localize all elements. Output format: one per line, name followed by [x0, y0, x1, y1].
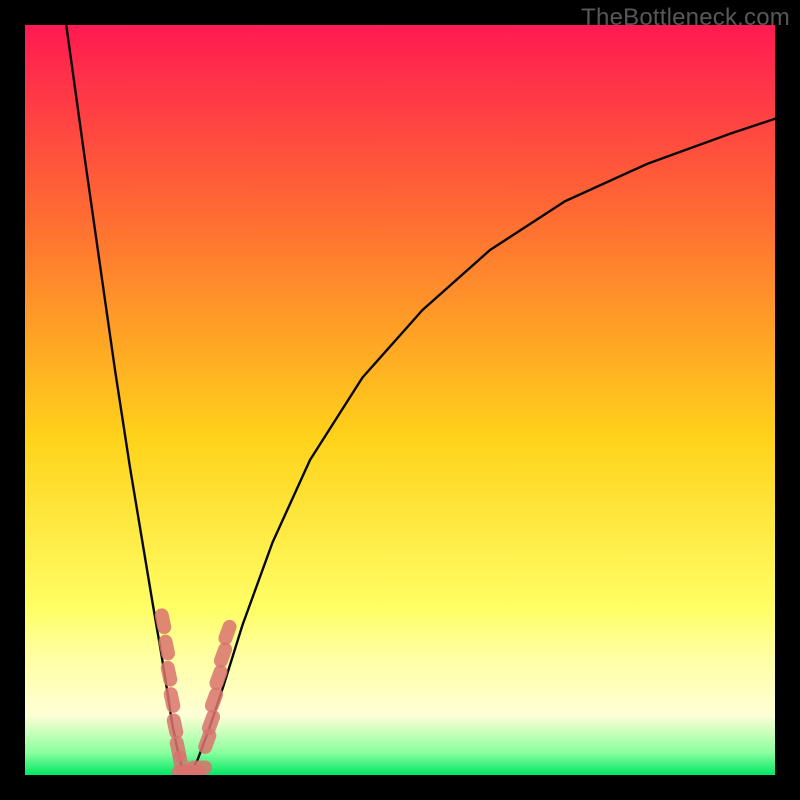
chart-outer-frame: TheBottleneck.com [0, 0, 800, 800]
marker-capsule [186, 761, 212, 775]
watermark-text: TheBottleneck.com [581, 4, 790, 32]
plot-frame [25, 25, 775, 775]
bottleneck-chart [25, 25, 775, 775]
gradient-background [25, 25, 775, 775]
